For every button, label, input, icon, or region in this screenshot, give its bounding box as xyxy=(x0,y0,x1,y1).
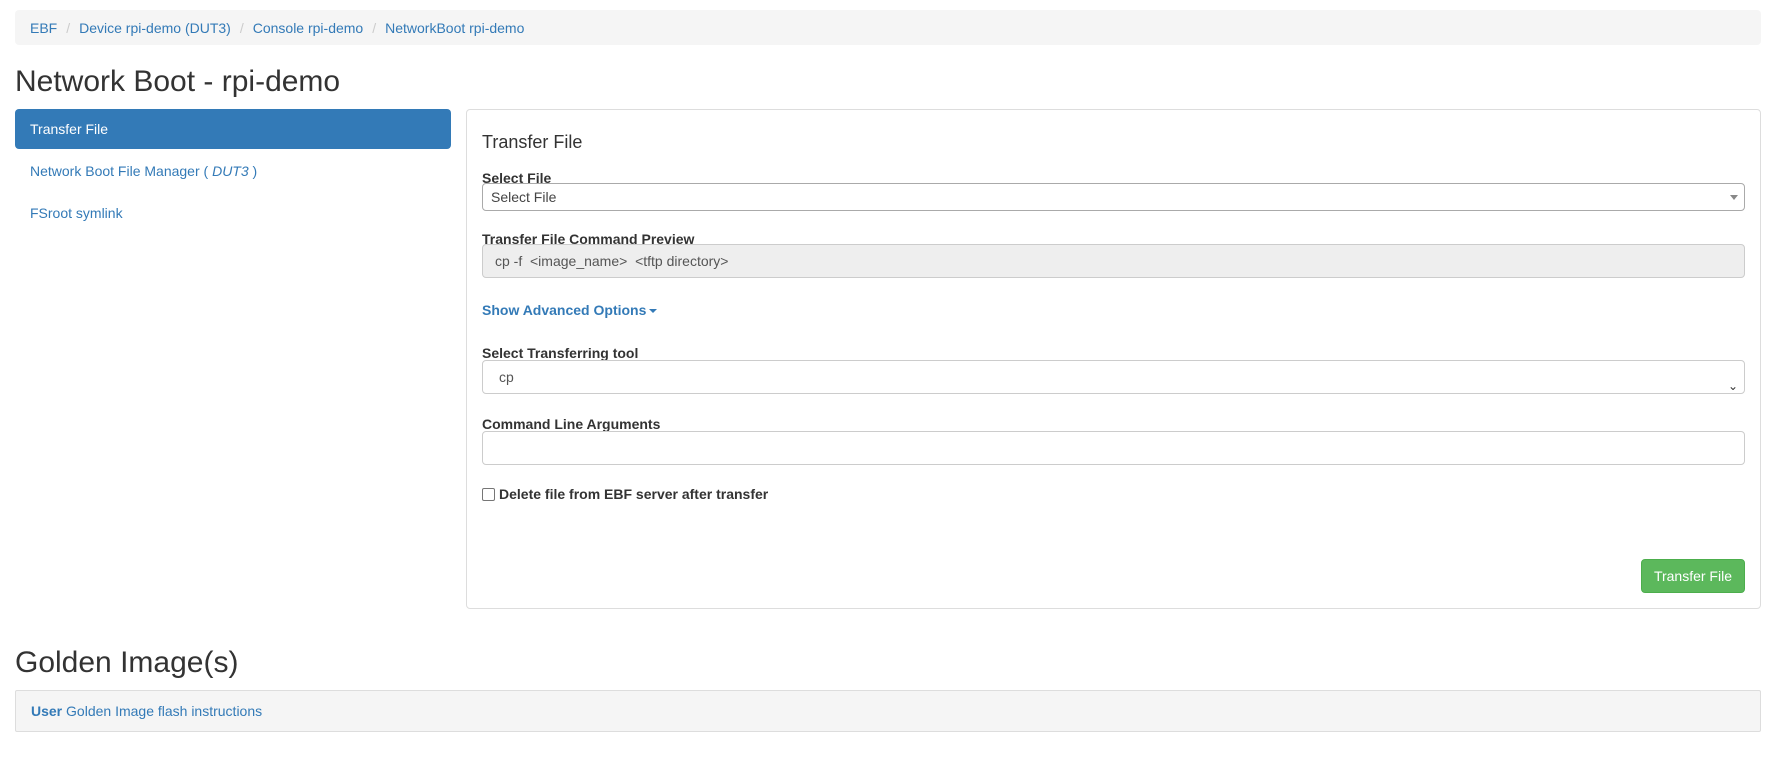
command-preview-field: cp -f <image_name> <tftp directory> xyxy=(482,244,1745,278)
panel-title: Transfer File xyxy=(482,132,583,152)
breadcrumb: EBF / Device rpi-demo (DUT3) / Console r… xyxy=(15,10,1761,45)
dropdown-arrow-icon xyxy=(1730,195,1738,200)
nav-item-fsroot-symlink[interactable]: FSroot symlink xyxy=(15,193,451,233)
command-line-args-input[interactable] xyxy=(482,431,1745,465)
transfer-tool-select[interactable]: cp ⌄ xyxy=(482,360,1745,394)
nav-item-file-manager-label: Network Boot File Manager ( xyxy=(30,163,213,179)
delete-after-transfer-label: Delete file from EBF server after transf… xyxy=(499,486,769,502)
page-title: Network Boot - rpi-demo xyxy=(15,65,341,98)
nav-item-file-manager-device: DUT3 xyxy=(212,163,249,179)
transfer-tool-label: Select Transferring tool xyxy=(482,345,639,361)
breadcrumb-console[interactable]: Console rpi-demo xyxy=(253,20,364,36)
breadcrumb-separator: / xyxy=(66,19,71,36)
breadcrumb-ebf[interactable]: EBF xyxy=(30,20,57,36)
golden-image-instructions: User Golden Image flash instructions xyxy=(15,690,1761,732)
caret-down-icon xyxy=(649,309,658,314)
golden-image-link-text: Golden Image flash instructions xyxy=(62,703,263,719)
breadcrumb-device[interactable]: Device rpi-demo (DUT3) xyxy=(79,20,231,36)
golden-images-title: Golden Image(s) xyxy=(15,646,239,679)
breadcrumb-separator: / xyxy=(239,19,244,36)
transfer-tool-value: cp xyxy=(499,369,514,385)
delete-after-transfer-checkbox[interactable] xyxy=(482,487,495,501)
golden-image-user-label: User xyxy=(31,703,63,719)
transfer-file-button[interactable]: Transfer File xyxy=(1640,559,1745,593)
chevron-down-icon: ⌄ xyxy=(1727,379,1738,393)
breadcrumb-separator: / xyxy=(372,19,377,36)
delete-after-transfer-option[interactable]: Delete file from EBF server after transf… xyxy=(482,486,768,502)
side-nav: Transfer File Network Boot File Manager … xyxy=(15,109,451,235)
transfer-file-panel: Transfer File Select File Select File Tr… xyxy=(466,109,1761,609)
select-file-dropdown[interactable]: Select File xyxy=(482,183,1745,211)
nav-item-transfer-file[interactable]: Transfer File xyxy=(15,109,451,149)
args-label: Command Line Arguments xyxy=(482,416,661,432)
nav-item-file-manager-suffix: ) xyxy=(248,163,258,179)
select-file-value: Select File xyxy=(491,189,557,205)
golden-image-instructions-link[interactable]: User Golden Image flash instructions xyxy=(31,703,262,719)
advanced-options-label: Show Advanced Options xyxy=(482,302,647,318)
nav-item-file-manager[interactable]: Network Boot File Manager ( DUT3 ) xyxy=(15,151,451,191)
breadcrumb-networkboot[interactable]: NetworkBoot rpi-demo xyxy=(385,20,524,36)
show-advanced-options-link[interactable]: Show Advanced Options xyxy=(482,302,658,318)
